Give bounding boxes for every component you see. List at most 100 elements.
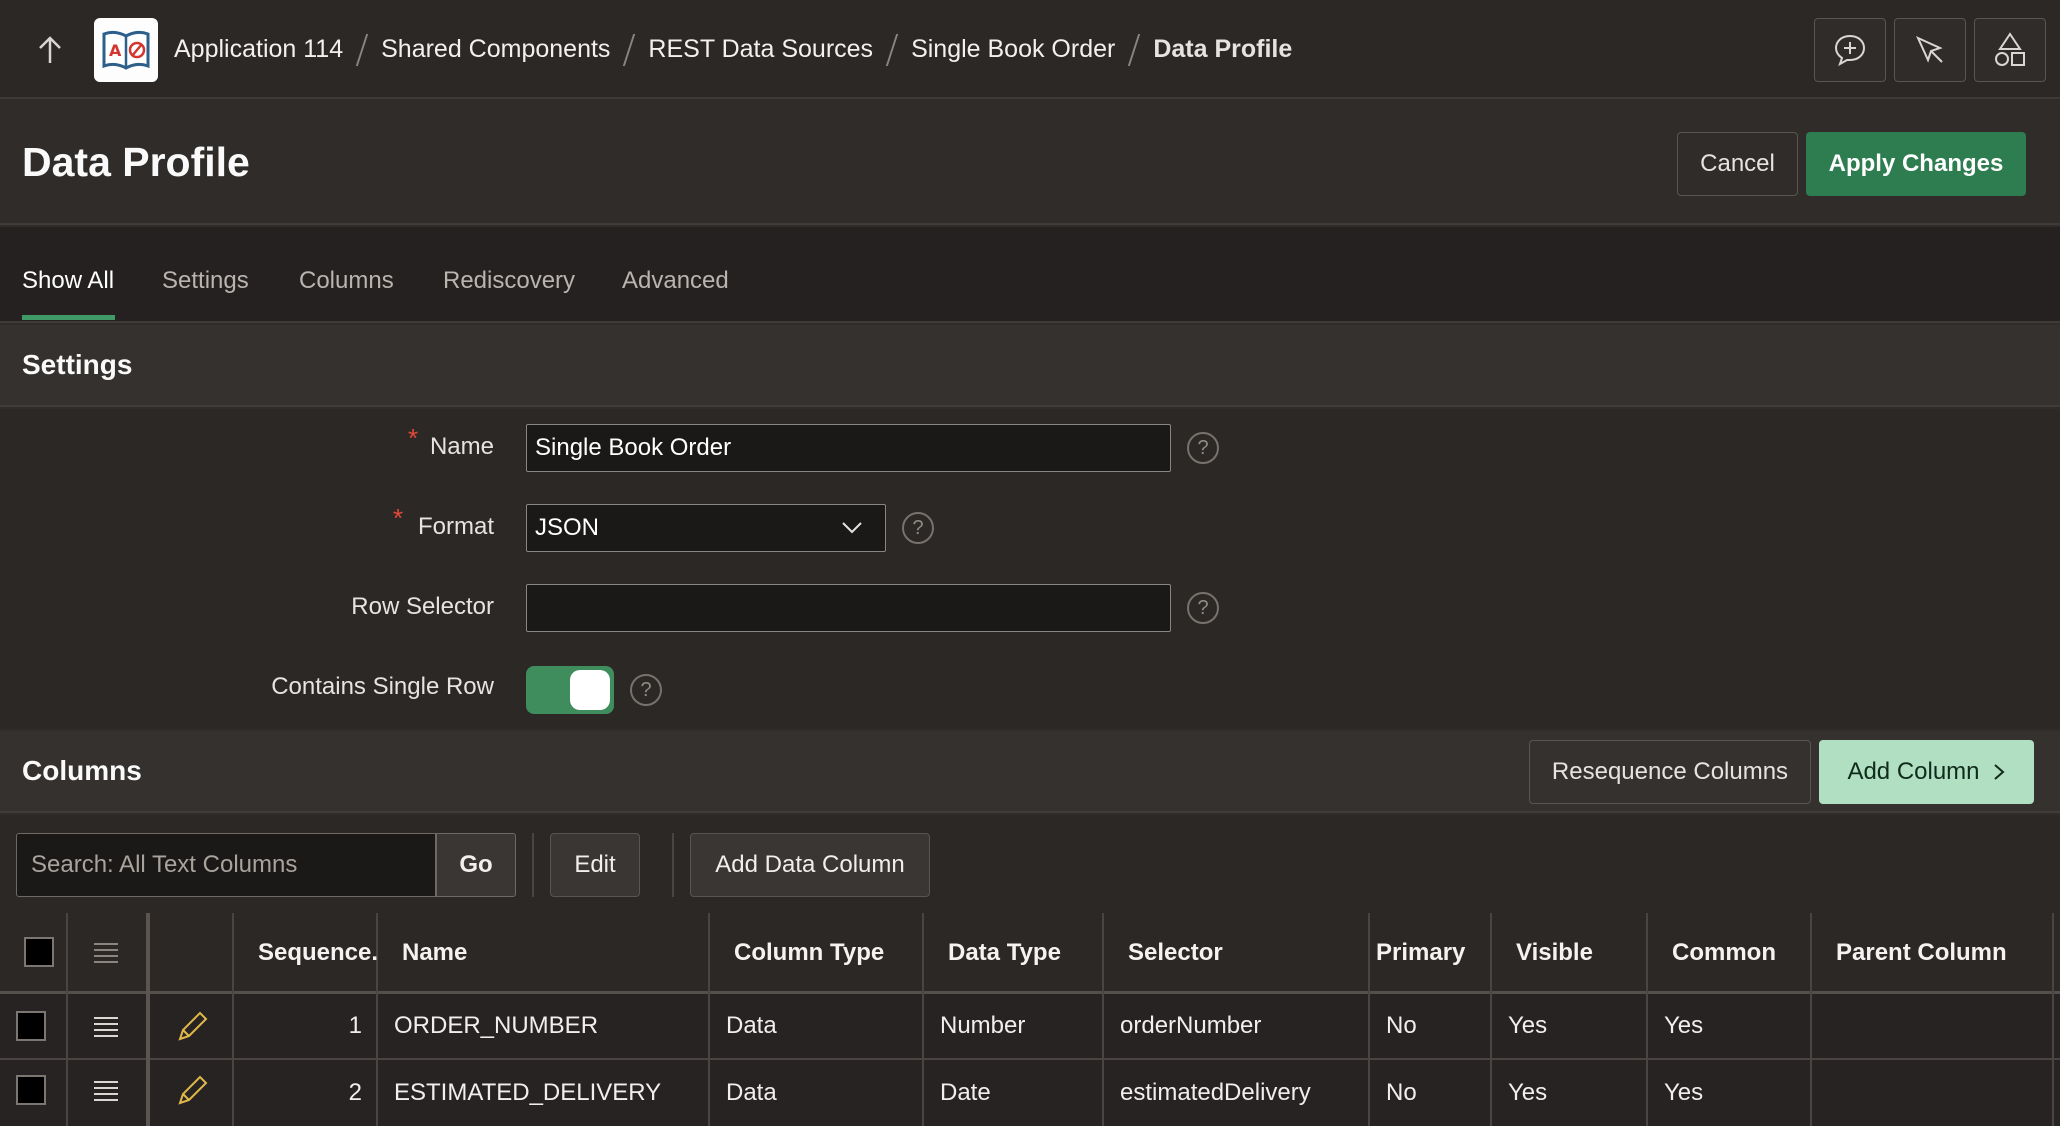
breadcrumb-shared-components[interactable]: Shared Components [381, 35, 610, 64]
breadcrumb-application[interactable]: Application 114 [174, 35, 343, 64]
grid-frozen-divider [146, 913, 150, 1126]
required-indicator: * [408, 423, 419, 453]
grid-col-divider [1102, 913, 1104, 1126]
reorder-handle-icon [92, 941, 120, 968]
add-column-button[interactable]: Add Column [1819, 740, 2034, 804]
cell-column-type[interactable]: Data [726, 993, 777, 1059]
contains-single-row-label: Contains Single Row [271, 673, 494, 700]
cell-data-type[interactable]: Number [940, 993, 1025, 1059]
cell-selector[interactable]: orderNumber [1120, 993, 1261, 1059]
resequence-columns-button[interactable]: Resequence Columns [1529, 740, 1811, 804]
cell-sequence[interactable]: 1 [232, 993, 362, 1059]
header-visible[interactable]: Visible [1516, 913, 1593, 993]
go-button[interactable]: Go [436, 833, 516, 897]
chevron-right-icon [1993, 764, 2005, 780]
breadcrumb-current: Data Profile [1153, 35, 1293, 63]
row-select-checkbox[interactable] [16, 1011, 46, 1041]
cell-sequence[interactable]: 2 [232, 1060, 362, 1126]
format-label: Format [417, 513, 494, 540]
active-tab-indicator [22, 315, 115, 320]
row-select-checkbox[interactable] [16, 1075, 46, 1105]
cell-common[interactable]: Yes [1664, 993, 1703, 1059]
comment-add-button[interactable] [1814, 18, 1886, 82]
grid-col-divider [66, 913, 68, 1126]
apply-changes-button[interactable]: Apply Changes [1806, 132, 2026, 196]
help-icon[interactable]: ? [630, 674, 662, 706]
cell-data-type[interactable]: Date [940, 1060, 991, 1126]
cell-primary[interactable]: No [1386, 1060, 1417, 1126]
breadcrumb-separator [1128, 33, 1141, 66]
format-select[interactable]: JSON [526, 504, 886, 552]
cell-column-type[interactable]: Data [726, 1060, 777, 1126]
grid-col-divider [1368, 913, 1370, 1126]
header-name[interactable]: Name [402, 913, 467, 993]
grid-toolbar: Search: All Text Columns Go Edit Add Dat… [0, 815, 2060, 913]
add-column-label: Add Column [1847, 758, 1980, 785]
help-icon[interactable]: ? [1187, 432, 1219, 464]
search-input[interactable]: Search: All Text Columns [16, 833, 436, 897]
header-parent-column[interactable]: Parent Column [1836, 913, 2007, 993]
cell-visible[interactable]: Yes [1508, 993, 1547, 1059]
header-data-type[interactable]: Data Type [948, 913, 1061, 993]
cell-name[interactable]: ESTIMATED_DELIVERY [394, 1060, 661, 1126]
header-common[interactable]: Common [1672, 913, 1776, 993]
breadcrumb-rest-data-sources[interactable]: REST Data Sources [648, 35, 873, 64]
settings-form: * Name Single Book Order ? * Format JSON… [0, 409, 2060, 729]
drag-handle-icon[interactable] [92, 1015, 120, 1042]
header-selector[interactable]: Selector [1128, 913, 1223, 993]
tab-columns[interactable]: Columns [299, 267, 394, 295]
pencil-icon[interactable] [174, 1073, 210, 1114]
columns-grid: Sequence. Name Column Type Data Type Sel… [0, 913, 2060, 1126]
tab-show-all[interactable]: Show All [22, 267, 114, 295]
grid-col-divider [2052, 913, 2054, 1126]
grid-col-divider [708, 913, 710, 1126]
toolbar-divider [532, 833, 534, 897]
grid-col-divider [1490, 913, 1492, 1126]
breadcrumb: Application 114 Shared Components REST D… [174, 0, 1292, 99]
header-sequence[interactable]: Sequence. [258, 913, 378, 993]
cell-primary[interactable]: No [1386, 993, 1417, 1059]
help-icon[interactable]: ? [1187, 592, 1219, 624]
columns-region-title: Columns [22, 755, 142, 786]
cell-visible[interactable]: Yes [1508, 1060, 1547, 1126]
help-icon[interactable]: ? [902, 512, 934, 544]
pencil-icon[interactable] [174, 1009, 210, 1050]
comment-add-icon [1834, 34, 1866, 67]
toolbar-divider [672, 833, 674, 897]
settings-region-title: Settings [22, 349, 133, 380]
row-selector-input[interactable] [526, 584, 1171, 632]
grid-col-divider [1646, 913, 1648, 1126]
tab-rediscovery[interactable]: Rediscovery [443, 267, 575, 295]
breadcrumb-single-book-order[interactable]: Single Book Order [911, 35, 1115, 64]
select-all-checkbox[interactable] [24, 937, 54, 967]
header-column-type[interactable]: Column Type [734, 913, 884, 993]
contains-single-row-toggle[interactable] [526, 666, 614, 714]
quick-edit-button[interactable] [1894, 18, 1966, 82]
row-selector-label: Row Selector [351, 593, 494, 620]
cell-selector[interactable]: estimatedDelivery [1120, 1060, 1311, 1126]
top-bar: A Application 114 Shared Components REST… [0, 0, 2060, 99]
format-select-value: JSON [535, 514, 600, 541]
name-input[interactable]: Single Book Order [526, 424, 1171, 472]
tab-bar: Show All Settings Columns Rediscovery Ad… [0, 227, 2060, 323]
settings-region-header: Settings [0, 325, 2060, 407]
breadcrumb-separator [623, 33, 636, 66]
arrow-up-icon[interactable] [30, 30, 70, 70]
shared-components-button[interactable] [1974, 18, 2046, 82]
drag-handle-icon[interactable] [92, 1079, 120, 1106]
tab-settings[interactable]: Settings [162, 267, 249, 295]
chevron-down-icon [842, 522, 862, 534]
add-data-column-button[interactable]: Add Data Column [690, 833, 930, 897]
header-primary[interactable]: Primary [1376, 913, 1465, 993]
tab-advanced[interactable]: Advanced [622, 267, 729, 295]
app-icon[interactable]: A [94, 18, 158, 82]
toggle-knob [570, 670, 610, 710]
title-region: Data Profile Cancel Apply Changes [0, 101, 2060, 225]
cell-common[interactable]: Yes [1664, 1060, 1703, 1126]
edit-button[interactable]: Edit [550, 833, 640, 897]
cancel-button[interactable]: Cancel [1677, 132, 1798, 196]
breadcrumb-separator [355, 33, 369, 66]
cell-name[interactable]: ORDER_NUMBER [394, 993, 598, 1059]
required-indicator: * [393, 503, 404, 533]
page-title: Data Profile [22, 139, 250, 185]
